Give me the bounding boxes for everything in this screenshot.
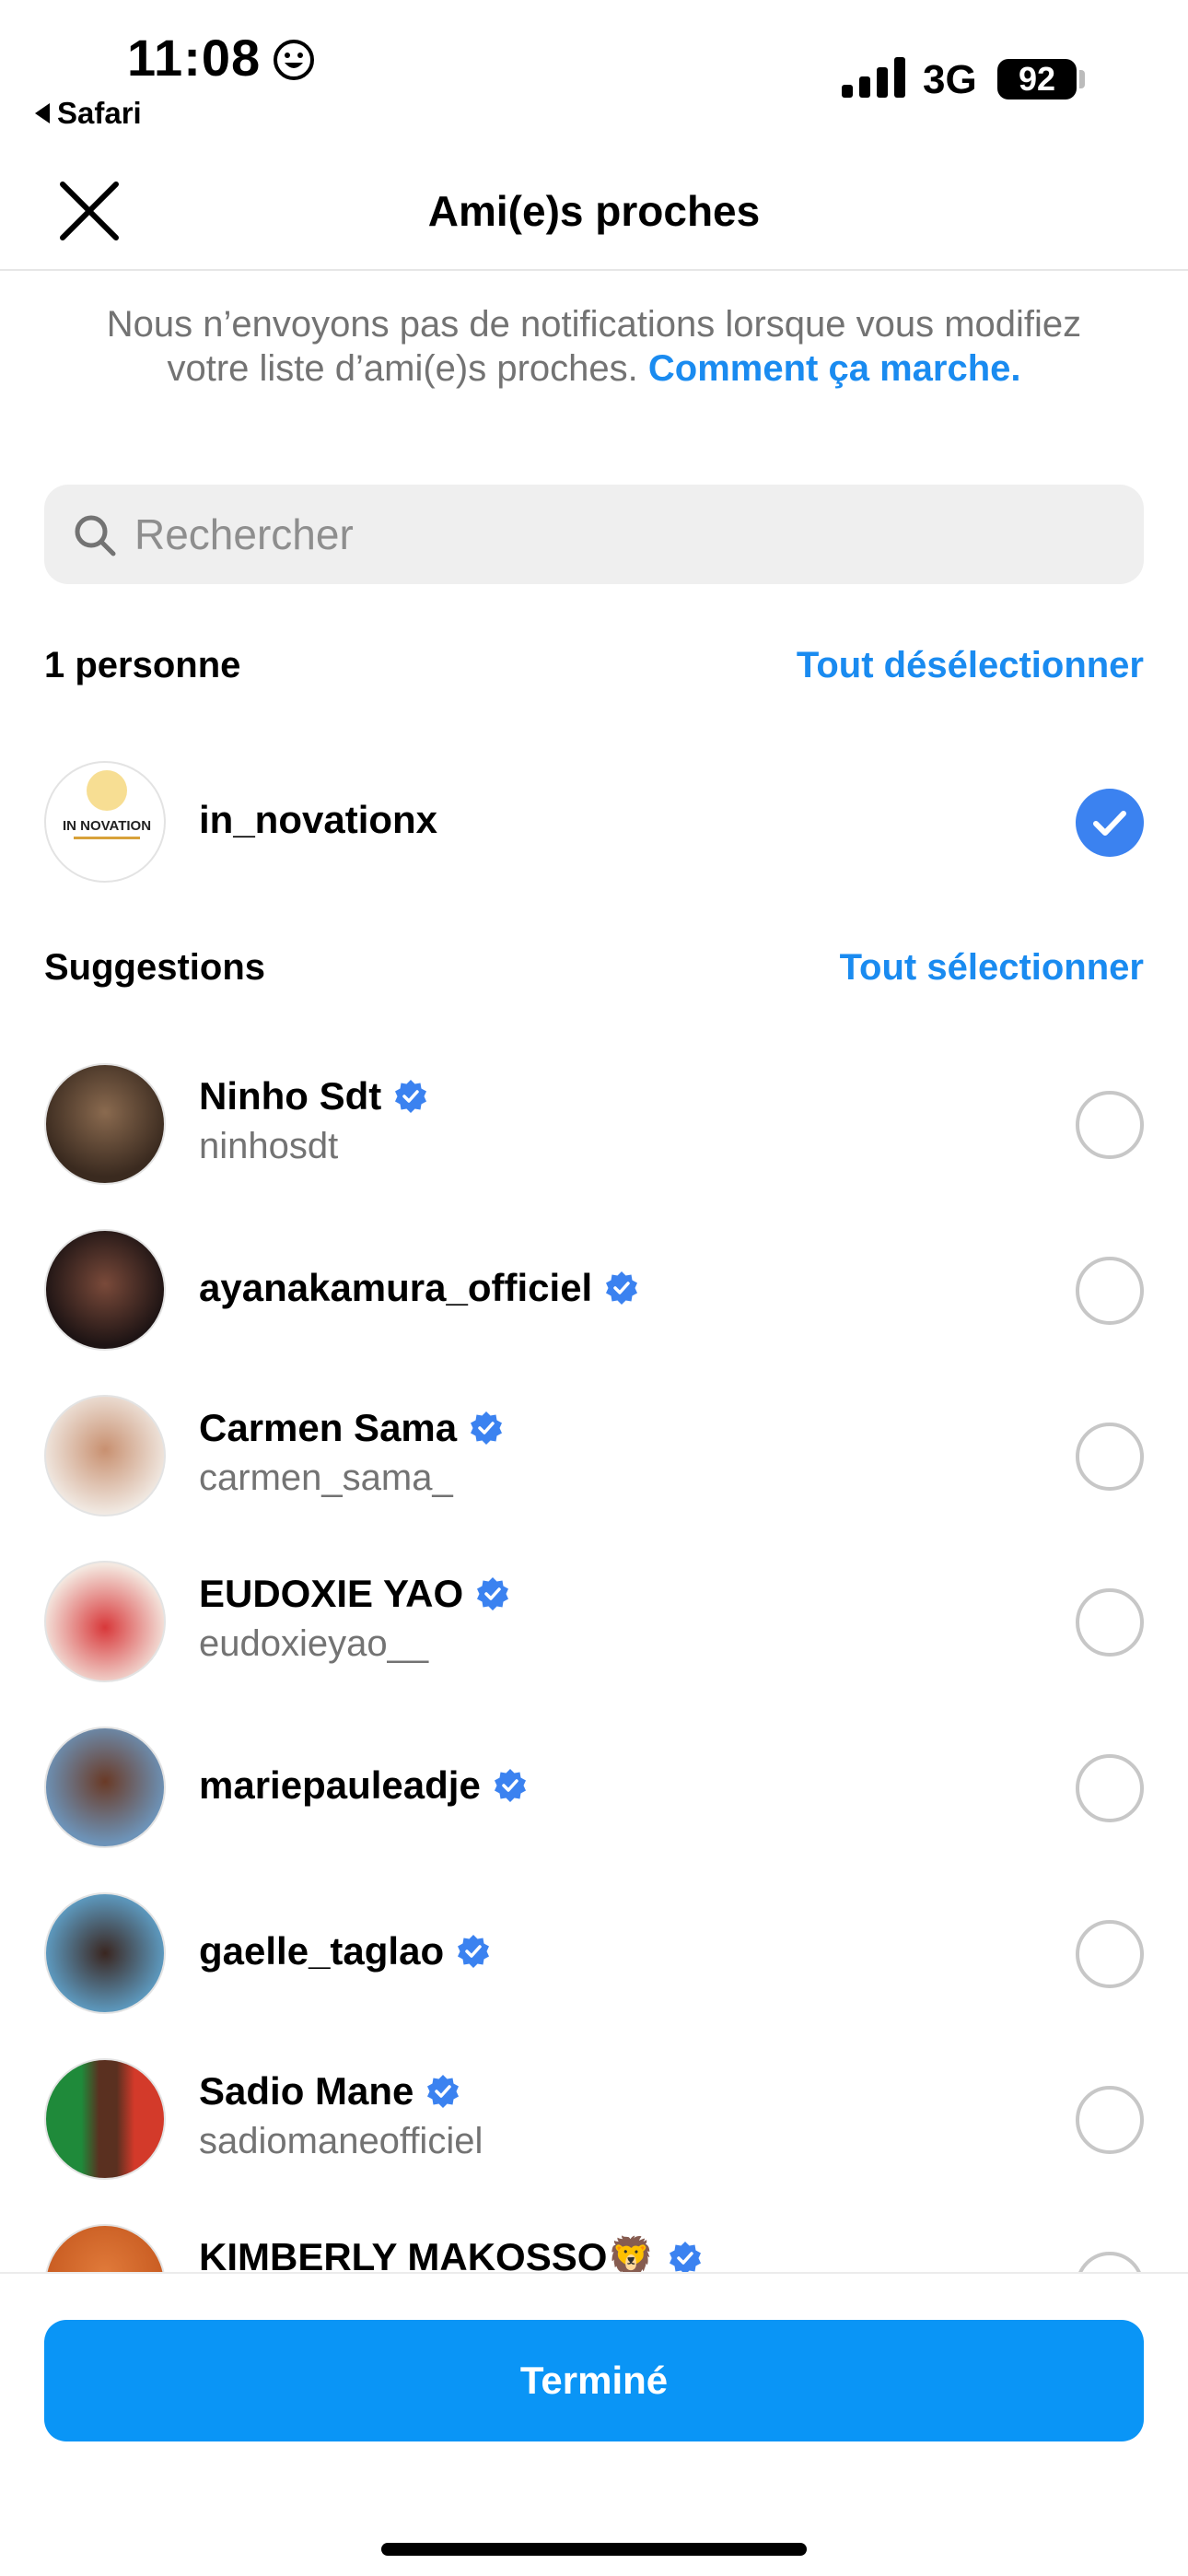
name-line: EUDOXIE YAO [199,1572,511,1616]
verified-badge-icon [471,1411,503,1445]
checkmark-icon [1093,811,1126,836]
home-indicator[interactable] [381,2543,807,2556]
svg-text:IN NOVATION: IN NOVATION [63,818,151,834]
list-item[interactable]: gaelle_taglao [44,1892,1144,2014]
verified-badge-icon [494,1769,526,1802]
search-icon [75,515,116,556]
display-name: mariepauleadje [199,1763,481,1807]
avatar [44,2058,166,2180]
handle: carmen_sama_ [199,1458,453,1498]
verified-badge-icon [458,1935,490,1968]
search-input[interactable] [134,485,1120,584]
list-item[interactable]: Ninho Sdt ninhosdt [44,1063,1144,1185]
notice-text: Nous n’envoyons pas de notifications lor… [92,302,1096,391]
battery-tip [1079,70,1085,88]
innovation-logo-icon: IN NOVATION [57,770,157,839]
battery-icon: 92 [997,59,1077,100]
name-line: ayanakamura_officiel [199,1266,640,1310]
username: in_novationx [199,798,438,841]
name-line: mariepauleadje [199,1763,529,1808]
avatar [44,1727,166,1848]
display-name: Carmen Sama [199,1406,458,1449]
suggestions-label: Suggestions [44,947,266,988]
avatar: IN NOVATION [44,761,166,883]
avatar [44,1892,166,2014]
select-checkbox[interactable] [1076,1588,1144,1657]
name-line: in_novationx [199,798,437,842]
avatar [44,1395,166,1516]
selected-checkbox[interactable] [1076,789,1144,857]
select-checkbox[interactable] [1076,1257,1144,1325]
display-name: gaelle_taglao [199,1929,445,1973]
name-line: Ninho Sdt [199,1074,429,1118]
handle: ninhosdt [199,1126,339,1166]
avatar [44,1229,166,1351]
status-bar: 11:08 Safari 3G 92 [0,0,1188,138]
how-it-works-link[interactable]: Comment ça marche. [648,348,1021,389]
select-checkbox[interactable] [1076,2086,1144,2154]
select-checkbox[interactable] [1076,1754,1144,1822]
select-checkbox[interactable] [1076,1423,1144,1491]
select-all-button[interactable]: Tout sélectionner [840,947,1144,989]
select-checkbox[interactable] [1076,1920,1144,1988]
verified-badge-icon [477,1577,509,1610]
search-bar[interactable] [44,485,1144,584]
footer: Terminé [0,2272,1188,2576]
clock: 11:08 [127,29,262,87]
smiley-face-icon [274,40,314,80]
verified-badge-icon [606,1271,638,1305]
list-item[interactable]: mariepauleadje [44,1727,1144,1848]
done-button[interactable]: Terminé [44,2320,1144,2441]
selected-section-header: 1 personne Tout désélectionner [44,645,1144,700]
display-name: Sadio Mane [199,2069,414,2113]
display-name: ayanakamura_officiel [199,1266,593,1309]
cellular-signal-icon [842,57,905,98]
handle: sadiomaneofficiel [199,2121,483,2161]
select-checkbox[interactable] [1076,1091,1144,1159]
network-type: 3G [923,57,977,102]
name-line: gaelle_taglao [199,1929,492,1973]
list-item[interactable]: Sadio Mane sadiomaneofficiel [44,2058,1144,2180]
list-item[interactable]: ayanakamura_officiel [44,1229,1144,1351]
list-item[interactable]: EUDOXIE YAO eudoxieyao__ [44,1561,1144,1682]
display-name: Ninho Sdt [199,1074,382,1118]
handle: eudoxieyao__ [199,1623,429,1664]
verified-badge-icon [427,2075,460,2108]
suggestions-section-header: Suggestions Tout sélectionner [44,947,1144,1002]
list-item[interactable]: Carmen Sama carmen_sama_ [44,1395,1144,1516]
verified-badge-icon [669,2241,701,2275]
page-title: Ami(e)s proches [427,187,761,235]
verified-badge-icon [395,1080,427,1113]
back-app-label: Safari [57,96,142,130]
header: Ami(e)s proches [0,138,1188,271]
list-item[interactable]: IN NOVATION in_novationx [44,761,1144,883]
avatar [44,1063,166,1185]
display-name: EUDOXIE YAO [199,1572,464,1615]
selected-count: 1 personne [44,645,241,685]
deselect-all-button[interactable]: Tout désélectionner [797,645,1144,686]
back-arrow-icon [35,103,50,123]
avatar [44,1561,166,1682]
back-to-safari-button[interactable]: Safari [35,96,142,131]
name-line: Sadio Mane [199,2069,461,2113]
name-line: Carmen Sama [199,1406,505,1450]
